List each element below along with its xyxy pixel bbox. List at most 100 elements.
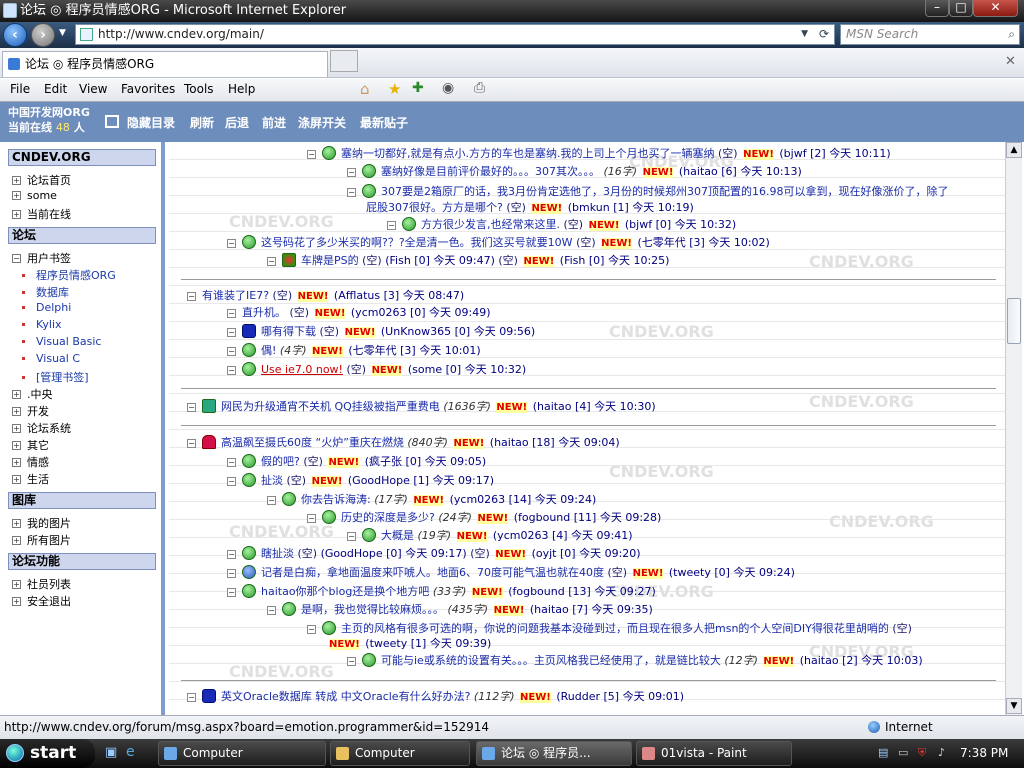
- quicklaunch-desktop-icon[interactable]: ▣: [105, 745, 117, 760]
- thread-row[interactable]: − 直升机。 (空) NEW! (ycm0263 [0] 今天 09:49): [227, 305, 491, 323]
- sidebar-item-online[interactable]: + 当前在线: [12, 206, 71, 222]
- sidebar-item-other[interactable]: + 其它: [12, 437, 49, 453]
- address-input[interactable]: http://www.cndev.org/main/ ▼ ⟳: [75, 24, 835, 45]
- feeds-icon[interactable]: ◉: [442, 80, 454, 96]
- network-tray-icon[interactable]: ▤: [878, 746, 888, 759]
- print-icon[interactable]: ⎙: [474, 80, 485, 96]
- menu-help[interactable]: Help: [228, 82, 255, 96]
- menu-view[interactable]: View: [79, 82, 107, 96]
- volume-tray-icon[interactable]: ♪: [938, 746, 945, 759]
- scroll-up-arrow-icon[interactable]: ▲: [1006, 142, 1022, 158]
- scroll-thumb[interactable]: [1007, 298, 1021, 344]
- thread-row[interactable]: − 车牌是PS的 (空) (Fish [0] 今天 09:47) (空) NEW!…: [267, 253, 669, 271]
- bookmark-vb[interactable]: Visual Basic: [22, 335, 101, 348]
- forward-link[interactable]: 前进: [262, 114, 286, 131]
- sidebar-item-bookmarks[interactable]: − 用户书签: [12, 250, 71, 266]
- thread-count: [14]: [508, 493, 532, 506]
- menu-edit[interactable]: Edit: [44, 82, 67, 96]
- hide-directory-link[interactable]: 隐藏目录: [127, 114, 175, 131]
- thread-row-continued[interactable]: NEW! (tweety [1] 今天 09:39): [327, 636, 491, 654]
- latest-posts-link[interactable]: 最新贴子: [360, 114, 408, 131]
- thread-row[interactable]: − 这号码花了多少米买的啊?？?全是清一色。我们这买号就要10W (空) NEW!…: [227, 235, 770, 253]
- thread-row[interactable]: − 历史的深度是多少? (24字) NEW! (fogbound [11] 今天 …: [307, 510, 661, 528]
- add-favorite-icon[interactable]: ✚: [412, 80, 424, 96]
- expand-icon: +: [12, 475, 21, 484]
- menu-file[interactable]: File: [10, 82, 30, 96]
- forward-button[interactable]: ›: [31, 23, 55, 47]
- bookmark-vc[interactable]: Visual C: [22, 352, 80, 365]
- thread-row[interactable]: − 记者是白痴，拿地面温度来吓唬人。地面6、70度可能气温也就在40度 (空) N…: [227, 565, 795, 583]
- thread-row[interactable]: − 假的吧? (空) NEW! (疯子张 [0] 今天 09:05): [227, 454, 486, 472]
- new-badge: NEW!: [297, 291, 329, 302]
- sidebar-item-my-pictures[interactable]: + 我的图片: [12, 515, 71, 531]
- display-tray-icon[interactable]: ▭: [898, 746, 908, 759]
- thread-row[interactable]: − 英文Oracle数据库 转成 中文Oracle有什么好办法? (112字) N…: [187, 689, 684, 707]
- quicklaunch-ie-icon[interactable]: e: [126, 744, 135, 760]
- menu-tools[interactable]: Tools: [184, 82, 214, 96]
- thread-row[interactable]: − 有谁装了IE7? (空) NEW! (Afflatus [3] 今天 08:4…: [187, 288, 464, 306]
- menu-favorites[interactable]: Favorites: [121, 82, 175, 96]
- site-header: 中国开发网ORG 当前在线 48 人 隐藏目录 刷新 后退 前进 涤屏开关 最新…: [0, 102, 1024, 142]
- thread-title: 塞纳好像是目前评价最好的。。。307其次。。。: [381, 165, 600, 178]
- back-link[interactable]: 后退: [225, 114, 249, 131]
- back-button[interactable]: ‹: [3, 23, 27, 47]
- tab-forum[interactable]: 论坛 ◎ 程序员情感ORG: [2, 51, 328, 77]
- thread-row[interactable]: − 网民为升级通宵不关机 QQ挂级被指严重费电 (1636字) NEW! (hai…: [187, 399, 656, 417]
- thread-row[interactable]: − 瞎扯淡 (空) (GoodHope [0] 今天 09:17) (空) NEW…: [227, 546, 641, 564]
- thread-row-continued[interactable]: 屁股307很好。方方是哪个? (空) NEW! (bmkun [1] 今天 10…: [366, 200, 694, 218]
- sidebar-item-emotion[interactable]: + 情感: [12, 454, 49, 470]
- screen-toggle-link[interactable]: 涤屏开关: [298, 114, 346, 131]
- thread-row[interactable]: − 大概是 (19字) NEW! (ycm0263 [4] 今天 09:41): [347, 528, 633, 546]
- close-tab-icon[interactable]: ✕: [1005, 54, 1016, 69]
- close-button[interactable]: ✕: [973, 0, 1018, 17]
- minimize-button[interactable]: –: [925, 0, 949, 17]
- thread-row[interactable]: − 高温飙至摄氏60度 “火炉”重庆在燃烧 (840字) NEW! (haitao…: [187, 435, 620, 453]
- bookmark-database[interactable]: 数据库: [22, 284, 69, 300]
- thread-row[interactable]: − 塞纳一切都好,就是有点小.方方的车也是塞纳.我的上司上个月也买了一辆塞纳 (空…: [307, 146, 891, 164]
- vertical-scrollbar[interactable]: ▲ ▼: [1005, 142, 1022, 715]
- security-tray-icon[interactable]: ⛨: [918, 746, 926, 760]
- maximize-button[interactable]: □: [949, 0, 973, 17]
- new-tab-button[interactable]: [330, 50, 358, 72]
- thread-row[interactable]: − 塞纳好像是目前评价最好的。。。307其次。。。 (16字) NEW! (hai…: [347, 164, 802, 182]
- taskbar-item-paint[interactable]: 01vista - Paint: [636, 741, 792, 766]
- thread-row[interactable]: − haitao你那个blog还是换个地方吧 (33字) NEW! (fogbou…: [227, 584, 656, 602]
- thread-row[interactable]: − 你去告诉海涛: (17字) NEW! (ycm0263 [14] 今天 09:…: [267, 492, 596, 510]
- thread-row[interactable]: − 可能与ie或系统的设置有关。。。主页风格我已经使用了，就是链比较大 (12字)…: [347, 653, 923, 671]
- bookmark-delphi[interactable]: Delphi: [22, 301, 71, 314]
- thread-row[interactable]: − 扯淡 (空) NEW! (GoodHope [1] 今天 09:17): [227, 473, 494, 491]
- bookmark-manage[interactable]: [管理书签]: [22, 369, 89, 385]
- sidebar-item-central[interactable]: + .中央: [12, 386, 53, 402]
- clock[interactable]: 7:38 PM: [960, 739, 1008, 768]
- taskbar-item-computer-2[interactable]: Computer: [330, 741, 470, 766]
- search-input[interactable]: MSN Search ⌕: [840, 24, 1020, 45]
- scroll-down-arrow-icon[interactable]: ▼: [1006, 698, 1022, 714]
- thread-row[interactable]: − 偶! (4字) NEW! (七零年代 [3] 今天 10:01): [227, 343, 481, 361]
- refresh-icon[interactable]: ⟳: [819, 25, 829, 44]
- taskbar-item-forum[interactable]: 论坛 ◎ 程序员...: [476, 741, 632, 766]
- sidebar-item-dev[interactable]: + 开发: [12, 403, 49, 419]
- thread-row[interactable]: − 方方很少发言,也经常来这里. (空) NEW! (bjwf [0] 今天 10…: [387, 217, 736, 235]
- thread-row[interactable]: − 是啊，我也觉得比较麻烦。。。 (435字) NEW! (haitao [7] …: [267, 602, 653, 620]
- sidebar-item-logout[interactable]: + 安全退出: [12, 593, 71, 609]
- bookmark-emotion[interactable]: 程序员情感ORG: [22, 267, 116, 283]
- taskbar-item-computer-1[interactable]: Computer: [158, 741, 326, 766]
- sidebar-item-system[interactable]: + 论坛系统: [12, 420, 71, 436]
- address-dropdown-icon[interactable]: ▼: [801, 25, 808, 44]
- home-icon[interactable]: ⌂: [360, 80, 370, 98]
- thread-row[interactable]: − Use ie7.0 now! (空) NEW! (some [0] 今天 10…: [227, 362, 526, 380]
- thread-user: (GoodHope: [347, 474, 410, 487]
- sidebar-item-home[interactable]: + 论坛首页: [12, 172, 71, 188]
- sidebar-item-members[interactable]: + 社员列表: [12, 576, 71, 592]
- sidebar-item-some[interactable]: + some: [12, 189, 57, 202]
- sidebar-item-life[interactable]: + 生活: [12, 471, 49, 487]
- sidebar-item-all-pictures[interactable]: + 所有图片: [12, 532, 71, 548]
- thread-row[interactable]: − 哪有得下载 (空) NEW! (UnKnow365 [0] 今天 09:56): [227, 324, 535, 342]
- start-button[interactable]: start: [0, 739, 95, 768]
- sidebar-item-label: 论坛首页: [27, 174, 71, 187]
- favorites-star-icon[interactable]: ★: [388, 80, 401, 98]
- recent-pages-dropdown-icon[interactable]: ▼: [59, 28, 66, 38]
- bookmark-kylix[interactable]: Kylix: [22, 318, 62, 331]
- search-icon[interactable]: ⌕: [1008, 25, 1015, 44]
- refresh-link[interactable]: 刷新: [190, 114, 214, 131]
